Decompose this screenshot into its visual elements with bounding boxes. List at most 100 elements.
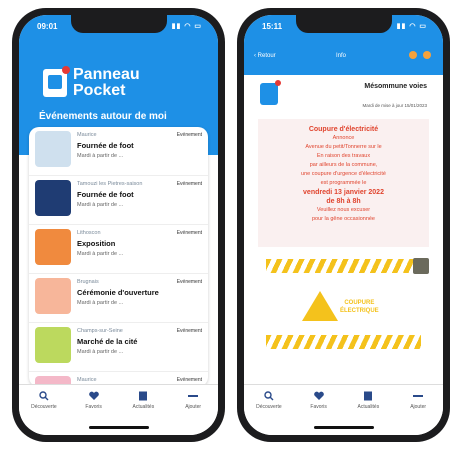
notice-line: par ailleurs de la commune, [309, 162, 378, 168]
tab-label: Découverte [31, 404, 57, 410]
notice-line: une coupure d'urgence d'électricité [301, 171, 386, 177]
search-icon [38, 391, 50, 401]
notice-line: de 8h à 8h [326, 198, 361, 205]
phone-right: 15:11 ▮▮ ◠ ▭ ‹ Retour Info Mésommune voi… [237, 8, 450, 442]
menu-icon [187, 391, 199, 401]
event-thumbnail [35, 229, 71, 265]
event-date: Mardi à partir de ... [77, 153, 124, 159]
event-title: Cérémonie d'ouverture [77, 288, 159, 297]
event-body: Champs-sur-Seine Marché de la cité Mardi à… [77, 327, 202, 367]
event-thumbnail [35, 327, 71, 363]
tab-decouverte[interactable]: Découverte [251, 391, 287, 410]
notice-line: En raison des travaux [316, 153, 371, 159]
event-item[interactable]: Brugnais Cérémonie d'ouverture Mardi à par… [29, 274, 208, 323]
notice-line: Annonce [332, 135, 355, 141]
event-thumbnail [35, 131, 71, 167]
tab-label: Actualités [132, 404, 155, 410]
notice-line: Coupure d'électricité [308, 126, 379, 133]
construction-icon [413, 258, 429, 274]
notice-line: Veuillez nous excuser [316, 207, 371, 213]
hazard-stripe-top [266, 259, 413, 273]
tab-favoris[interactable]: Favoris [76, 391, 112, 410]
event-title: Marché de la cité [77, 337, 138, 346]
commune-name: Mésommune voies [364, 83, 427, 90]
event-list: Maurice Fournée de foot Mardi à partir de … [29, 127, 208, 387]
status-icons: ▮▮ ◠ ▭ [396, 23, 427, 30]
search-icon [263, 391, 275, 401]
warning-text: COUPURE ÉLECTRIQUE [340, 299, 379, 315]
home-indicator [88, 426, 149, 429]
newspaper-icon [137, 391, 149, 401]
tab-label: Favoris [85, 404, 102, 410]
event-item[interactable]: Lithoscon Exposition Mardi à partir de ...… [29, 225, 208, 274]
status-icons: ▮▮ ◠ ▭ [171, 23, 202, 30]
event-title: Fournée de foot [77, 141, 134, 150]
lightning-warning-icon [302, 291, 338, 321]
tab-label: Actualités [357, 404, 380, 410]
status-time: 15:11 [262, 22, 283, 31]
notice-text: Coupure d'électricité Annonce Avenue du pe… [258, 119, 429, 247]
tab-actualites[interactable]: Actualités [350, 391, 386, 410]
event-badge: Evénement [176, 328, 202, 334]
warning-text-line-1: COUPURE [344, 300, 375, 306]
notch [295, 15, 392, 33]
notice-line: Avenue du petit/Tonnerre sur le [305, 144, 382, 150]
hazard-stripe-bottom [266, 335, 421, 349]
event-date: Mardi à partir de ... [77, 349, 124, 355]
publication-header: Mésommune voies Mardi de mise à jour 15/… [254, 79, 433, 113]
event-thumbnail [35, 278, 71, 314]
screen-left: 09:01 ▮▮ ◠ ▭ Panneau Pocket Événements a… [19, 15, 218, 435]
event-item[interactable]: Maurice Fournée de foot Mardi à partir de … [29, 127, 208, 176]
warning-text-line-2: ÉLECTRIQUE [340, 308, 379, 314]
newspaper-icon [362, 391, 374, 401]
heart-icon [88, 391, 100, 401]
tab-decouverte[interactable]: Découverte [26, 391, 62, 410]
app-logo: Panneau Pocket [43, 66, 140, 99]
event-date: Mardi à partir de ... [77, 251, 124, 257]
event-body: Maurice Fournée de foot Mardi à partir de … [77, 131, 202, 171]
event-body: Brugnais Cérémonie d'ouverture Mardi à par… [77, 278, 202, 318]
tab-label: Découverte [256, 404, 282, 410]
favorite-icon[interactable] [409, 51, 417, 59]
tab-label: Favoris [310, 404, 327, 410]
event-body: Lithoscon Exposition Mardi à partir de ...… [77, 229, 202, 269]
event-title: Fournée de foot [77, 190, 134, 199]
tab-actualites[interactable]: Actualités [125, 391, 161, 410]
notice-line: pour la gêne occasionnée [312, 216, 375, 222]
notice-line: est programmée le [320, 180, 367, 186]
event-date: Mardi à partir de ... [77, 300, 124, 306]
tab-ajouter[interactable]: Ajouter [175, 391, 211, 410]
event-date: Mardi à partir de ... [77, 202, 124, 208]
tab-label: Ajouter [185, 404, 202, 410]
updated-date: Mardi de mise à jour 15/01/2023 [362, 103, 427, 108]
event-item[interactable]: Tamouzi les Pietres-saison Fournée de foo… [29, 176, 208, 225]
event-body: Tamouzi les Pietres-saison Fournée de foo… [77, 180, 202, 220]
app-name-line-2: Pocket [73, 82, 126, 99]
event-badge: Evénement [176, 279, 202, 285]
tab-favoris[interactable]: Favoris [301, 391, 337, 410]
event-badge: Evénement [176, 181, 202, 187]
event-badge: Evénement [176, 377, 202, 383]
event-badge: Evénement [176, 230, 202, 236]
warning-sign [302, 291, 338, 321]
notice-line: vendredi 13 janvier 2022 [303, 189, 384, 196]
section-title: Événements autour de moi [39, 111, 167, 122]
tab-ajouter[interactable]: Ajouter [400, 391, 436, 410]
panneau-logo-icon [43, 66, 70, 97]
notch [70, 15, 167, 33]
phone-left: 09:01 ▮▮ ◠ ▭ Panneau Pocket Événements a… [12, 8, 225, 442]
event-title: Exposition [77, 239, 116, 248]
menu-icon [412, 391, 424, 401]
heart-icon [313, 391, 325, 401]
nav-title: Info [336, 53, 347, 59]
event-badge: Evénement [176, 132, 202, 138]
back-button[interactable]: ‹ Retour [254, 53, 276, 59]
app-name: Panneau Pocket [73, 67, 140, 99]
tab-label: Ajouter [410, 404, 427, 410]
status-time: 09:01 [37, 22, 58, 31]
home-indicator [313, 426, 374, 429]
event-item[interactable]: Champs-sur-Seine Marché de la cité Mardi à… [29, 323, 208, 372]
share-icon[interactable] [423, 51, 431, 59]
commune-logo-icon [260, 80, 281, 105]
app-name-line-1: Panneau [73, 66, 140, 83]
